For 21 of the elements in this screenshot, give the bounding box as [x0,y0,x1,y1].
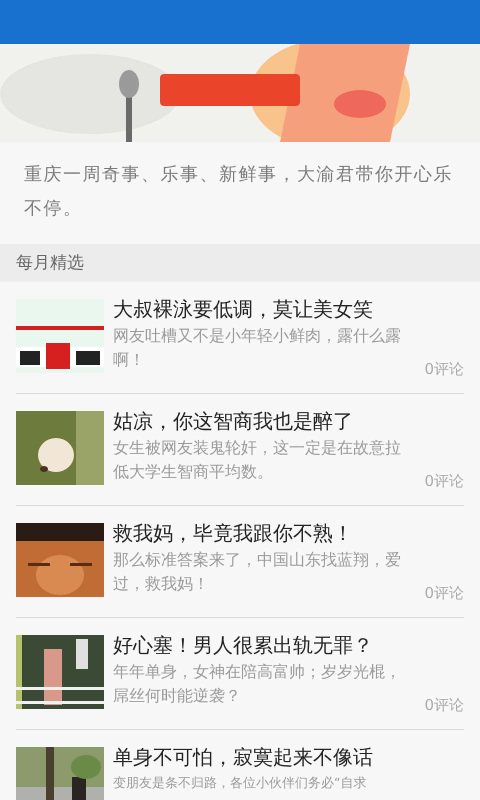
comment-count: 0评论 [424,695,464,715]
comment-count: 0评论 [424,359,464,379]
article-item[interactable]: 姑凉，你这智商我也是醉了 女生被网友装鬼轮奸，这一定是在故意拉低大学生智商平均数。 0评论 [16,394,464,506]
section-header: 每月精选 [0,244,480,282]
article-summary: 网友吐槽又不是小年轻小鲜肉，露什么露啊！ [113,325,402,371]
comment-count: 0评论 [424,583,464,603]
article-item[interactable]: 救我妈，毕竟我跟你不熟！ 那么标准答案来了，中国山东找蓝翔，爱过，救我妈！ 0评论 [16,506,464,618]
article-item[interactable]: 好心塞！男人很累出轨无罪？ 年年单身，女神在陪高富帅；岁岁光棍，屌丝何时能逆袭？ 0评论 [16,618,464,730]
description-text: 重庆一周奇事、乐事、新鲜事，大渝君带你开心乐不停。 [23,163,454,221]
article-title: 姑凉，你这智商我也是醉了 [113,408,354,434]
comment-count: 0评论 [424,471,464,491]
article-summary: 年年单身，女神在陪高富帅；岁岁光棍，屌丝何时能逆袭？ [113,661,402,707]
article-item[interactable]: 单身不可怕，寂寞起来不像话 变朋友是条不归路，各位小伙伴们务必“自求 [16,730,464,800]
article-item[interactable]: 大叔裸泳要低调，莫让美女笑 网友吐槽又不是小年轻小鲜肉，露什么露啊！ 0评论 [16,282,464,394]
article-summary: 女生被网友装鬼轮奸，这一定是在故意拉低大学生智商平均数。 [113,437,402,483]
article-summary: 那么标准答案来了，中国山东找蓝翔，爱过，救我妈！ [113,549,402,595]
article-title: 单身不可怕，寂寞起来不像话 [113,744,374,770]
article-title: 好心塞！男人很累出轨无罪？ [113,632,374,658]
article-title: 救我妈，毕竟我跟你不熟！ [113,520,354,546]
article-title: 大叔裸泳要低调，莫让美女笑 [113,296,374,322]
article-summary: 变朋友是条不归路，各位小伙伴们务必“自求 [113,775,368,793]
